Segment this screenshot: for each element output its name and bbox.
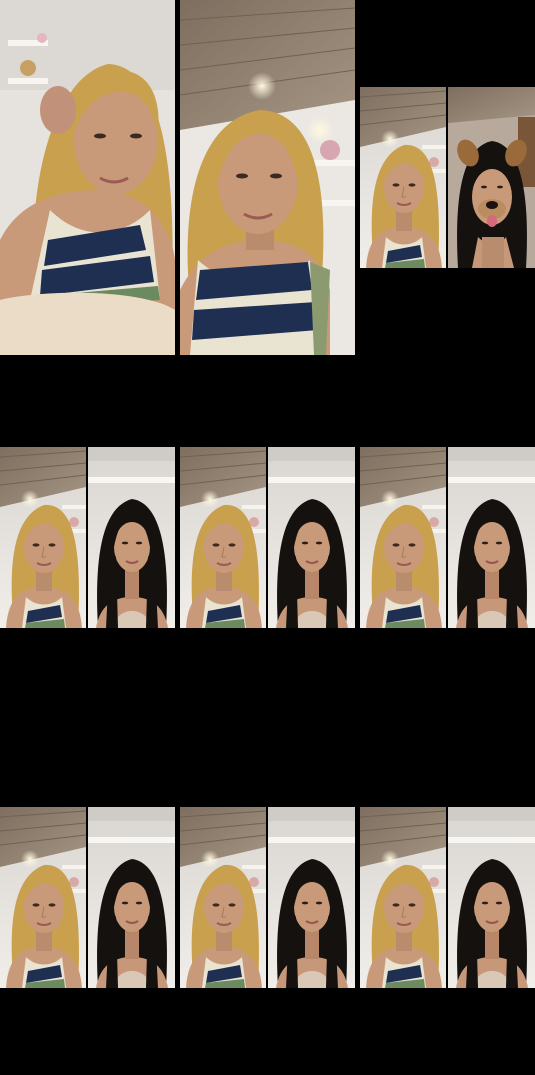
dark-haired-woman-image [448, 447, 535, 628]
right-participant-tile [448, 447, 535, 628]
right-participant-tile [448, 87, 535, 268]
blonde-woman-image [0, 807, 86, 988]
right-participant-tile [448, 807, 535, 988]
left-participant-tile [0, 447, 86, 628]
blonde-woman-image [360, 807, 446, 988]
video-frame-7 [0, 807, 175, 988]
video-frame-1 [0, 0, 175, 355]
right-participant-tile [88, 447, 175, 628]
left-participant-tile [360, 447, 446, 628]
dog-filter-woman-image [448, 87, 535, 268]
video-frame-6 [360, 447, 535, 628]
right-participant-tile [268, 807, 355, 988]
video-frame-8 [180, 807, 355, 988]
dark-haired-woman-image [268, 807, 355, 988]
dark-haired-woman-image [88, 807, 175, 988]
blonde-woman-image [360, 447, 446, 628]
dark-haired-woman-image [268, 447, 355, 628]
video-frame-9 [360, 807, 535, 988]
left-participant-tile [180, 447, 266, 628]
left-participant-tile [0, 807, 86, 988]
right-participant-tile [268, 447, 355, 628]
right-participant-tile [88, 807, 175, 988]
video-frame-4 [0, 447, 175, 628]
dark-haired-woman-image [88, 447, 175, 628]
video-frame-2 [180, 0, 355, 355]
dark-haired-woman-image [448, 807, 535, 988]
blonde-woman-image [180, 0, 355, 355]
left-participant-tile [360, 87, 446, 268]
video-frame-3 [360, 87, 535, 268]
blonde-woman-image [180, 807, 266, 988]
blonde-woman-image [360, 87, 446, 268]
left-participant-tile [360, 807, 446, 988]
left-participant-tile [180, 807, 266, 988]
blonde-woman-image [180, 447, 266, 628]
blonde-woman-image [0, 0, 175, 355]
video-frame-5 [180, 447, 355, 628]
blonde-woman-image [0, 447, 86, 628]
